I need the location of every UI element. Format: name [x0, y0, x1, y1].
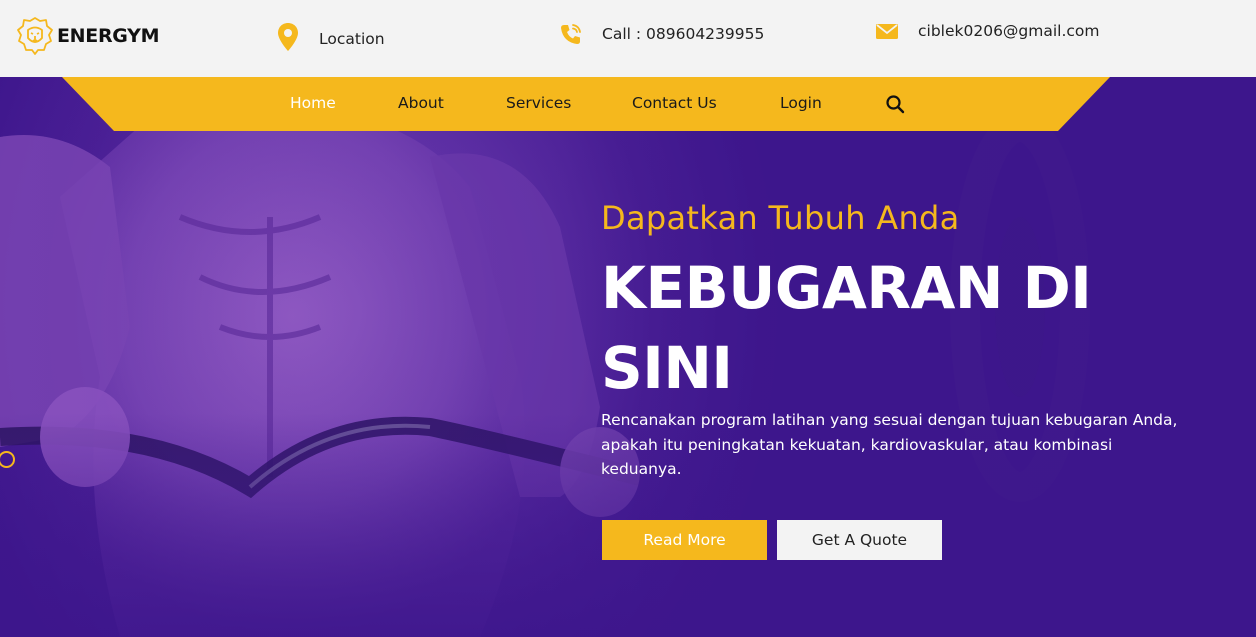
get-a-quote-button[interactable]: Get A Quote: [777, 520, 942, 560]
email-label: ciblek0206@gmail.com: [918, 22, 1100, 40]
nav-item-contact-us[interactable]: Contact Us: [632, 94, 717, 112]
map-pin-icon: [278, 23, 298, 51]
hero-heading: KEBUGARAN DI SINI: [601, 254, 1092, 402]
nav-bar-background: [62, 77, 1110, 131]
lion-head-icon: [17, 17, 53, 55]
read-more-button[interactable]: Read More: [602, 520, 767, 560]
nav-item-services[interactable]: Services: [506, 94, 571, 112]
hero-description: Rencanakan program latihan yang sesuai d…: [601, 411, 1178, 478]
email-info[interactable]: ciblek0206@gmail.com: [875, 22, 1100, 40]
location-info[interactable]: Location: [276, 22, 385, 52]
brand-name: ENERGYM: [57, 25, 160, 47]
call-label: Call : 089604239955: [602, 25, 765, 43]
hero-subheading: Dapatkan Tubuh Anda: [601, 199, 960, 237]
nav-item-home[interactable]: Home: [290, 94, 336, 112]
brand[interactable]: ENERGYM: [16, 16, 160, 56]
top-info-bar: ENERGYM Location Call : 089604239955 cib…: [0, 0, 1256, 77]
envelope-icon: [876, 24, 898, 39]
call-info[interactable]: Call : 089604239955: [559, 22, 764, 46]
search-icon[interactable]: [885, 94, 905, 114]
main-navigation: Home About Services Contact Us Login: [0, 77, 1256, 131]
phone-icon: [561, 24, 581, 44]
nav-item-about[interactable]: About: [398, 94, 444, 112]
location-label: Location: [319, 30, 385, 48]
nav-item-login[interactable]: Login: [780, 94, 822, 112]
